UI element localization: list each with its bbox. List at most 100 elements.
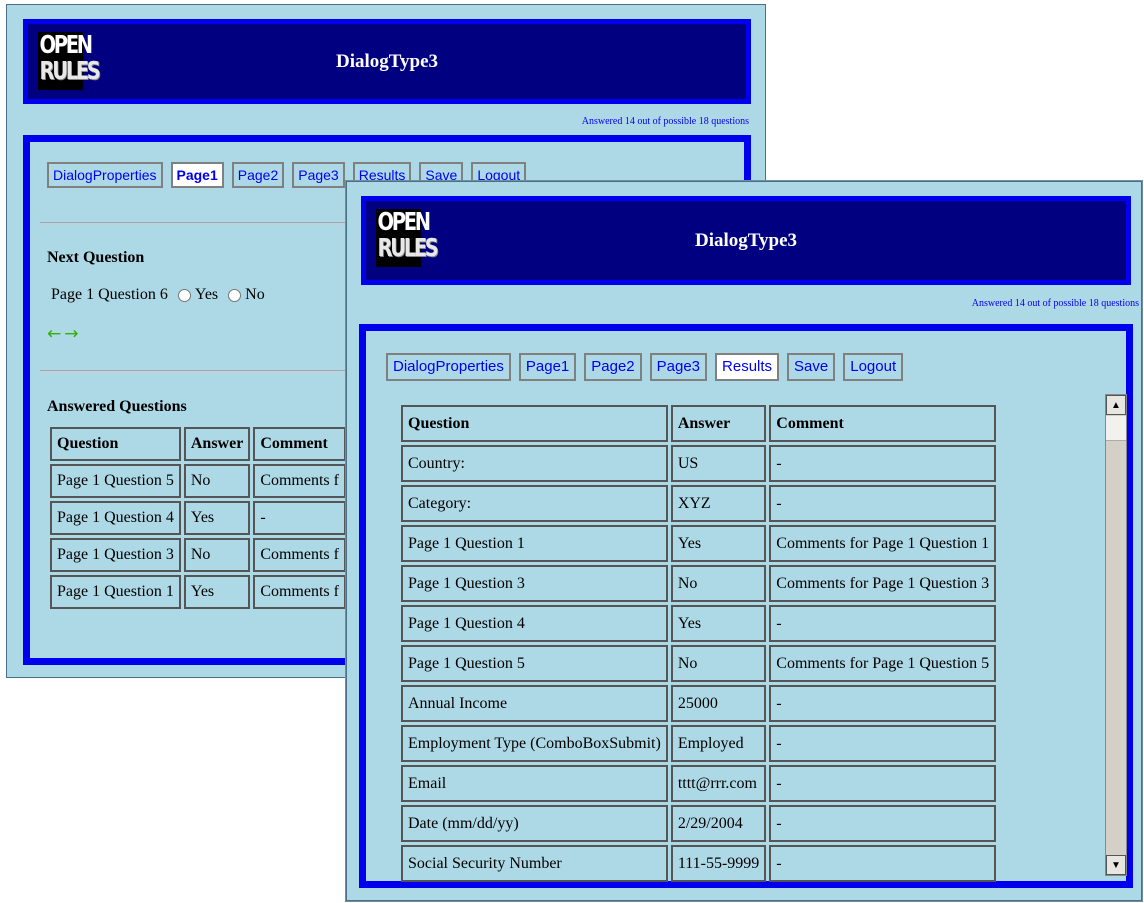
table-row: Page 1 Question 4 Yes - [50,501,346,535]
cell-question: Date (mm/dd/yy) [401,805,668,842]
cell-comment: - [769,485,997,522]
back-arrow-icon[interactable]: ← [47,325,61,343]
answered-questions-heading: Answered Questions [47,398,187,415]
cell-answer: 25000 [670,685,767,722]
cell-answer: US [670,445,767,482]
cell-question: Social Security Number [401,845,668,882]
table-row: Page 1 Question 4 Yes - [401,605,997,642]
table-row: Page 1 Question 3 No Comments f [50,538,346,572]
vertical-scrollbar[interactable]: ▲ ▼ [1105,394,1127,876]
cell-question: Category: [401,485,668,522]
tab-bar: DialogProperties Page1 Page2 Page3 Resul… [386,353,904,381]
cell-answer: Yes [670,525,767,562]
table-row: Page 1 Question 5 No Comments for Page 1… [401,645,997,682]
table-header-row: Question Answer Comment [401,405,997,442]
scroll-down-icon[interactable]: ▼ [1106,855,1126,875]
page-title: DialogType3 [335,50,439,72]
next-question-heading: Next Question [47,249,145,266]
cell-question: Page 1 Question 3 [50,538,181,572]
cell-question: Page 1 Question 1 [50,575,181,609]
cell-question: Page 1 Question 3 [401,565,668,602]
cell-comment: Comments f [253,464,346,498]
cell-question: Annual Income [401,685,668,722]
tab-page3[interactable]: Page3 [649,353,708,381]
cell-answer: Yes [183,501,251,535]
table-header-row: Question Answer Comment [50,427,346,461]
question-row: Page 1 Question 6 Yes No [51,286,265,304]
tab-page1[interactable]: Page1 [518,353,577,381]
table-row: Page 1 Question 1 Yes Comments for Page … [401,525,997,562]
cell-answer: No [670,565,767,602]
cell-answer: 111-55-9999 [670,845,767,882]
column-header: Answer [670,405,767,442]
column-header: Comment [769,405,997,442]
cell-comment: - [769,765,997,802]
cell-answer: Yes [183,575,251,609]
cell-comment: - [769,805,997,842]
column-header: Question [50,427,181,461]
cell-answer: XYZ [670,485,767,522]
table-row: Annual Income 25000 - [401,685,997,722]
question-label: Page 1 Question 6 [51,286,168,303]
cell-answer: Employed [670,725,767,762]
answered-count: Answered 14 out of possible 18 questions [581,116,749,127]
scroll-up-icon[interactable]: ▲ [1106,395,1126,415]
cell-comment: Comments for Page 1 Question 5 [769,645,997,682]
table-row: Page 1 Question 5 No Comments f [50,464,346,498]
table-row: Category: XYZ - [401,485,997,522]
table-row: Country: US - [401,445,997,482]
cell-answer: No [183,464,251,498]
cell-comment: - [769,845,997,882]
cell-question: Page 1 Question 4 [50,501,181,535]
cell-answer: No [183,538,251,572]
table-row: Page 1 Question 1 Yes Comments f [50,575,346,609]
column-header: Question [401,405,668,442]
cell-answer: No [670,645,767,682]
table-row: Page 1 Question 3 No Comments for Page 1… [401,565,997,602]
cell-question: Page 1 Question 5 [401,645,668,682]
answered-count: Answered 14 out of possible 18 questions [971,298,1139,309]
table-row: Email tttt@rrr.com - [401,765,997,802]
cell-question: Email [401,765,668,802]
divider [40,370,368,373]
cell-question: Country: [401,445,668,482]
front-dialog-window: OPEN RULES DialogType3 Answered 14 out o… [346,181,1142,901]
nav-arrows: ← → [47,325,79,343]
answered-questions-table: Question Answer Comment Page 1 Question … [47,424,349,612]
table-row: Social Security Number 111-55-9999 - [401,845,997,882]
scroll-thumb[interactable] [1106,416,1126,441]
table-row: Date (mm/dd/yy) 2/29/2004 - [401,805,997,842]
divider [40,222,368,225]
tab-save[interactable]: Save [787,353,836,381]
header-banner: OPEN RULES DialogType3 [361,196,1131,285]
cell-comment: Comments f [253,538,346,572]
cell-answer: Yes [670,605,767,642]
cell-comment: - [769,445,997,482]
radio-yes-label: Yes [194,286,219,303]
tab-dialogproperties[interactable]: DialogProperties [386,353,511,381]
tab-logout[interactable]: Logout [843,353,904,381]
back-content-visible: Next Question Page 1 Question 6 Yes No ←… [30,142,368,692]
table-row: Employment Type (ComboBoxSubmit) Employe… [401,725,997,762]
cell-comment: Comments for Page 1 Question 1 [769,525,997,562]
tab-results[interactable]: Results [715,353,780,381]
cell-question: Page 1 Question 4 [401,605,668,642]
radio-yes[interactable] [177,288,191,302]
cell-comment: - [769,725,997,762]
tab-page2[interactable]: Page2 [584,353,642,381]
cell-question: Page 1 Question 5 [50,464,181,498]
results-table: Question Answer Comment Country: US - Ca… [398,402,999,885]
cell-answer: tttt@rrr.com [670,765,767,802]
cell-comment: - [769,605,997,642]
cell-question: Page 1 Question 1 [401,525,668,562]
column-header: Comment [253,427,346,461]
header-banner: OPEN RULES DialogType3 [23,19,751,104]
content-panel: DialogProperties Page1 Page2 Page3 Resul… [359,324,1133,888]
cell-question: Employment Type (ComboBoxSubmit) [401,725,668,762]
page-title: DialogType3 [694,229,798,251]
cell-comment: - [253,501,346,535]
forward-arrow-icon[interactable]: → [64,325,78,343]
radio-no[interactable] [228,288,242,302]
cell-comment: Comments for Page 1 Question 3 [769,565,997,602]
cell-answer: 2/29/2004 [670,805,767,842]
